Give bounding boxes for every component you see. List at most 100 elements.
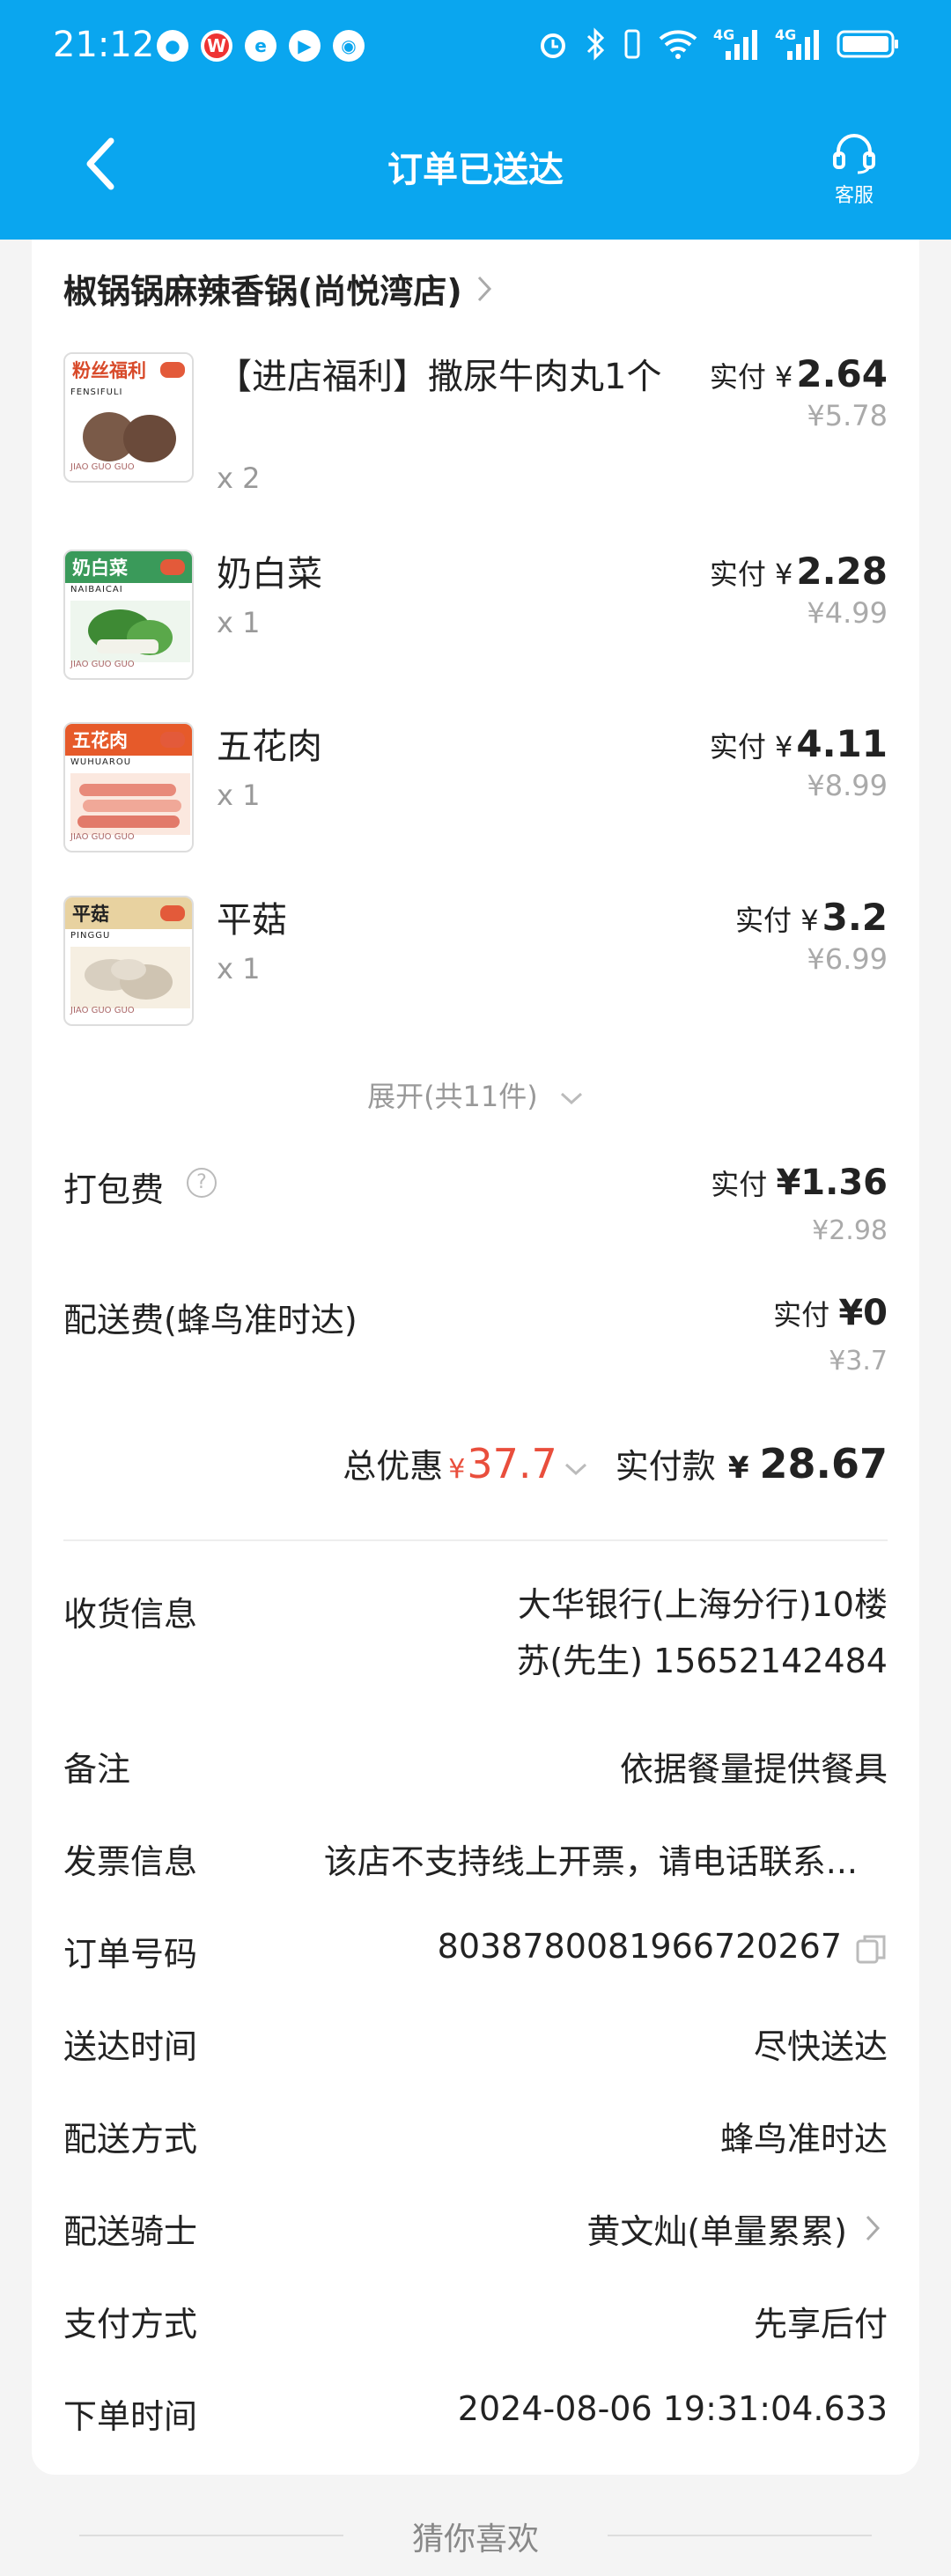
item-price: 实付 ¥2.64 ¥5.78 xyxy=(710,352,888,432)
app-header: 21:12 ● W e ▶ ◉ 4G 4G 订单已送达 客服 xyxy=(0,0,951,240)
paid-label: 实付 xyxy=(709,730,766,764)
paid-label: 实付 xyxy=(711,1168,768,1201)
invoice-value: 该店不支持线上开票，请电话联系... xyxy=(323,1842,858,1881)
receiver-label: 收货信息 xyxy=(63,1595,198,1634)
chevron-right-icon xyxy=(477,276,491,301)
paid-amount: 2.64 xyxy=(796,352,888,395)
total-paid-currency: ¥ xyxy=(727,1450,749,1486)
paid-label: 实付 xyxy=(773,1298,830,1332)
alarm-icon xyxy=(541,33,565,58)
notification-icons: ● W e ▶ ◉ xyxy=(157,30,365,62)
discount-amount: 37.7 xyxy=(467,1440,557,1487)
thumb-title: 奶白菜 xyxy=(72,557,128,579)
notification-e-icon: e xyxy=(245,30,276,62)
delivery-fee-amounts: 实付 ¥0 ¥3.7 xyxy=(773,1293,888,1377)
original-price: ¥4.99 xyxy=(807,596,888,630)
thumb-footer: JIAO GUO GUO xyxy=(70,1006,135,1015)
discount-detail-chevron-icon[interactable] xyxy=(563,1460,589,1478)
battery-icon xyxy=(837,30,898,58)
expand-items-button[interactable]: 展开(共11件) xyxy=(32,1074,919,1115)
item-name: 奶白菜 xyxy=(217,554,322,594)
notification-play-icon: ▶ xyxy=(289,30,321,62)
thumb-pinyin: WUHUAROU xyxy=(70,757,132,767)
thumb-pinyin: PINGGU xyxy=(70,931,111,941)
original-price: ¥2.98 xyxy=(812,1215,888,1246)
status-right-icons: 4G 4G xyxy=(537,26,900,62)
notification-app-icon: ● xyxy=(157,30,188,62)
original-price: ¥5.78 xyxy=(807,399,888,432)
item-name: 平菇 xyxy=(217,900,287,941)
store-link[interactable]: 椒锅锅麻辣香锅(尚悦湾店) xyxy=(63,264,494,313)
order-number-label: 订单号码 xyxy=(63,1935,198,1974)
copy-icon[interactable] xyxy=(854,1932,888,1969)
total-paid-label: 实付款 xyxy=(615,1447,716,1486)
item-name: 五花肉 xyxy=(217,727,322,767)
signal-2-icon: 4G xyxy=(775,26,821,62)
customer-service-label: 客服 xyxy=(834,185,874,207)
paid-amount: 3.2 xyxy=(822,896,888,939)
page-title: 订单已送达 xyxy=(387,150,564,190)
order-card: 椒锅锅麻辣香锅(尚悦湾店) 粉丝福利 FENSIFULI JIAO GUO GU… xyxy=(32,240,919,2475)
packing-fee-label: 打包费 xyxy=(63,1170,165,1209)
status-time: 21:12 xyxy=(53,25,155,65)
packing-fee-amounts: 实付 ¥1.36 ¥2.98 xyxy=(711,1163,888,1246)
paid-amount: ¥0 xyxy=(838,1293,888,1333)
order-item[interactable]: 粉丝福利 FENSIFULI JIAO GUO GUO 【进店福利】撒尿牛肉丸1… xyxy=(63,352,888,511)
chevron-right-icon xyxy=(866,2215,881,2241)
invoice-row: 发票信息 该店不支持线上开票，请电话联系... xyxy=(63,1834,888,1887)
invoice-label: 发票信息 xyxy=(63,1842,198,1881)
status-bar: 21:12 ● W e ▶ ◉ 4G 4G xyxy=(0,0,951,92)
receiver-value: 大华银行(上海分行)10楼 苏(先生) 15652142484 xyxy=(516,1576,888,1689)
rider-row[interactable]: 配送骑士 黄文灿(单量累累) xyxy=(63,2204,888,2257)
thumb-pinyin: FENSIFULI xyxy=(70,388,123,397)
notification-eye-icon: ◉ xyxy=(333,30,365,62)
delivery-method-row: 配送方式 蜂鸟准时达 xyxy=(63,2112,888,2165)
thumb-footer: JIAO GUO GUO xyxy=(70,462,135,472)
paid-label: 实付 xyxy=(709,557,766,591)
original-price: ¥3.7 xyxy=(829,1346,888,1377)
order-item[interactable]: 平菇 PINGGU JIAO GUO GUO 平菇 x 1 实付 ¥3.2 ¥6… xyxy=(63,896,888,1028)
divider xyxy=(608,2535,872,2536)
thumb-pinyin: NAIBAICAI xyxy=(70,585,123,594)
delivery-time-value: 尽快送达 xyxy=(753,2027,888,2066)
order-item[interactable]: 奶白菜 NAIBAICAI JIAO GUO GUO 奶白菜 x 1 实付 ¥2… xyxy=(63,550,888,682)
recommend-title: 猜你喜欢 xyxy=(411,2521,539,2558)
paid-amount: ¥1.36 xyxy=(776,1163,888,1203)
store-name: 椒锅锅麻辣香锅(尚悦湾店) xyxy=(63,272,462,311)
paid-label: 实付 xyxy=(735,904,792,937)
order-time-value: 2024-08-06 19:31:04.633 xyxy=(457,2389,888,2428)
order-item[interactable]: 五花肉 WUHUAROU JIAO GUO GUO 五花肉 x 1 实付 ¥4.… xyxy=(63,722,888,854)
item-thumbnail: 平菇 PINGGU JIAO GUO GUO xyxy=(63,896,194,1026)
remark-label: 备注 xyxy=(63,1750,131,1789)
thumb-title: 五花肉 xyxy=(72,730,128,751)
item-name: 【进店福利】撒尿牛肉丸1个 xyxy=(217,357,662,397)
receiver-contact: 苏(先生) 15652142484 xyxy=(516,1642,888,1680)
delivery-fee-row: 配送费(蜂鸟准时达) 实付 ¥0 ¥3.7 xyxy=(63,1293,888,1399)
totals-row: 总优惠 ¥ 37.7 实付款 ¥ 28.67 xyxy=(343,1439,888,1487)
remark-row: 备注 依据餐量提供餐具 xyxy=(63,1742,888,1795)
thumb-footer: JIAO GUO GUO xyxy=(70,660,135,669)
thumb-title: 平菇 xyxy=(72,904,109,925)
order-number-row: 订单号码 8038780081966720267 xyxy=(63,1927,888,1980)
thumb-footer: JIAO GUO GUO xyxy=(70,832,135,842)
thumb-title: 粉丝福利 xyxy=(72,360,146,381)
net-label: 4G xyxy=(775,26,797,43)
currency: ¥ xyxy=(775,730,793,764)
rider-value: 黄文灿(单量累累) xyxy=(586,2212,847,2251)
order-number-value: 8038780081966720267 xyxy=(437,1927,842,1966)
item-quantity: x 1 xyxy=(217,779,261,812)
discount-label: 总优惠 xyxy=(343,1447,444,1486)
discount-currency: ¥ xyxy=(448,1454,466,1485)
original-price: ¥8.99 xyxy=(807,769,888,802)
order-time-row: 下单时间 2024-08-06 19:31:04.633 xyxy=(63,2389,888,2442)
customer-service-button[interactable]: 客服 xyxy=(819,130,889,210)
total-paid-amount: 28.67 xyxy=(759,1440,888,1487)
delivery-method-label: 配送方式 xyxy=(63,2120,198,2159)
payment-method-value: 先享后付 xyxy=(753,2305,888,2343)
vibrate-icon xyxy=(624,29,640,59)
item-thumbnail: 五花肉 WUHUAROU JIAO GUO GUO xyxy=(63,722,194,853)
item-quantity: x 1 xyxy=(217,606,261,639)
chevron-down-icon xyxy=(560,1092,582,1105)
paid-amount: 4.11 xyxy=(796,722,888,765)
help-icon[interactable]: ? xyxy=(187,1168,217,1198)
